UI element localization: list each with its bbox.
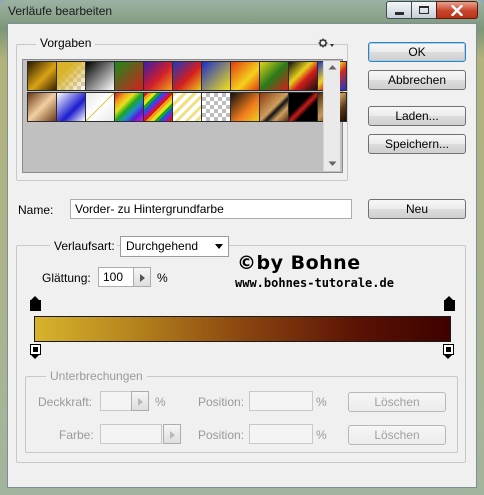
color-stop-right[interactable]: [443, 344, 454, 359]
color-picker-arrow[interactable]: [163, 424, 181, 444]
scroll-down-icon[interactable]: [328, 161, 337, 167]
maximize-button[interactable]: [411, 1, 437, 19]
ok-button[interactable]: OK: [368, 42, 466, 62]
preset-swatch[interactable]: [143, 92, 173, 122]
preset-swatch[interactable]: [201, 92, 231, 122]
opacity-label: Deckkraft:: [38, 395, 93, 409]
preset-swatch[interactable]: [230, 92, 260, 122]
preset-swatch[interactable]: [288, 61, 318, 91]
new-button[interactable]: Neu: [368, 199, 466, 219]
preset-swatch[interactable]: [27, 61, 57, 91]
name-field[interactable]: Vorder- zu Hintergrundfarbe: [70, 199, 352, 219]
preset-swatch[interactable]: [143, 61, 173, 91]
watermark-title: ©by Bohne: [237, 252, 361, 274]
window-title: Verläufe bearbeiten: [8, 4, 113, 18]
opacity-position-field[interactable]: [249, 391, 313, 411]
arrow-right-icon: [140, 274, 145, 282]
preset-swatch[interactable]: [201, 61, 231, 91]
preset-swatch[interactable]: [172, 61, 202, 91]
opacity-position-unit: %: [316, 395, 327, 409]
gradient-type-select[interactable]: Durchgehend: [120, 236, 229, 257]
preset-swatch[interactable]: [27, 92, 57, 122]
color-swatch[interactable]: [100, 424, 162, 444]
opacity-stop-left[interactable]: [30, 296, 41, 311]
arrow-right-icon: [138, 398, 143, 406]
gradient-preview-bar[interactable]: [34, 316, 451, 342]
smoothness-field[interactable]: 100: [98, 267, 134, 287]
name-label: Name:: [18, 203, 54, 217]
chevron-down-icon: [215, 244, 223, 249]
presets-menu-icon[interactable]: [318, 38, 336, 50]
maximize-icon: [419, 6, 429, 14]
minimize-button[interactable]: [386, 1, 412, 19]
preset-swatch[interactable]: [85, 92, 115, 122]
preset-swatch[interactable]: [114, 92, 144, 122]
color-delete-button[interactable]: Löschen: [348, 425, 446, 445]
preset-swatch[interactable]: [114, 61, 144, 91]
opacity-stepper[interactable]: [131, 391, 149, 411]
preset-swatch[interactable]: [259, 61, 289, 91]
smoothness-unit: %: [157, 271, 168, 285]
arrow-right-icon: [170, 431, 175, 439]
close-button[interactable]: [436, 1, 478, 19]
dialog-window: Verläufe bearbeiten Vorgaben OK Abbreche…: [0, 0, 484, 495]
load-button[interactable]: Laden...: [368, 106, 466, 126]
presets-scrollbar[interactable]: [323, 61, 340, 171]
opacity-delete-button[interactable]: Löschen: [348, 392, 446, 412]
cancel-button[interactable]: Abbrechen: [368, 70, 466, 90]
title-bar[interactable]: Verläufe bearbeiten: [0, 0, 484, 24]
stops-group-title: Unterbrechungen: [46, 369, 147, 383]
color-label: Farbe:: [59, 428, 94, 442]
close-icon: [451, 4, 463, 16]
color-position-unit: %: [316, 428, 327, 442]
minimize-icon: [394, 12, 404, 15]
scroll-up-icon[interactable]: [328, 64, 337, 70]
opacity-field[interactable]: [100, 391, 132, 411]
smoothness-stepper[interactable]: [133, 267, 151, 287]
preset-swatch[interactable]: [259, 92, 289, 122]
opacity-unit: %: [155, 395, 166, 409]
opacity-position-label: Position:: [198, 395, 245, 409]
presets-group-title: Vorgaben: [36, 36, 96, 50]
preset-swatch[interactable]: [172, 92, 202, 122]
preset-swatch[interactable]: [288, 92, 318, 122]
watermark-url: www.bohnes-tutorale.de: [235, 276, 394, 290]
gradient-type-value: Durchgehend: [126, 239, 199, 253]
color-position-label: Position:: [198, 428, 245, 442]
color-stop-left[interactable]: [30, 344, 41, 359]
preset-swatch[interactable]: [85, 61, 115, 91]
presets-list[interactable]: [22, 59, 347, 173]
preset-swatch[interactable]: [56, 61, 86, 91]
opacity-stop-right[interactable]: [444, 296, 455, 311]
preset-swatch[interactable]: [56, 92, 86, 122]
preset-swatch[interactable]: [230, 61, 260, 91]
color-position-field[interactable]: [249, 424, 313, 444]
smoothness-label: Glättung:: [42, 271, 91, 285]
gradient-type-label: Verlaufsart:: [50, 239, 117, 253]
save-button[interactable]: Speichern...: [368, 134, 466, 154]
